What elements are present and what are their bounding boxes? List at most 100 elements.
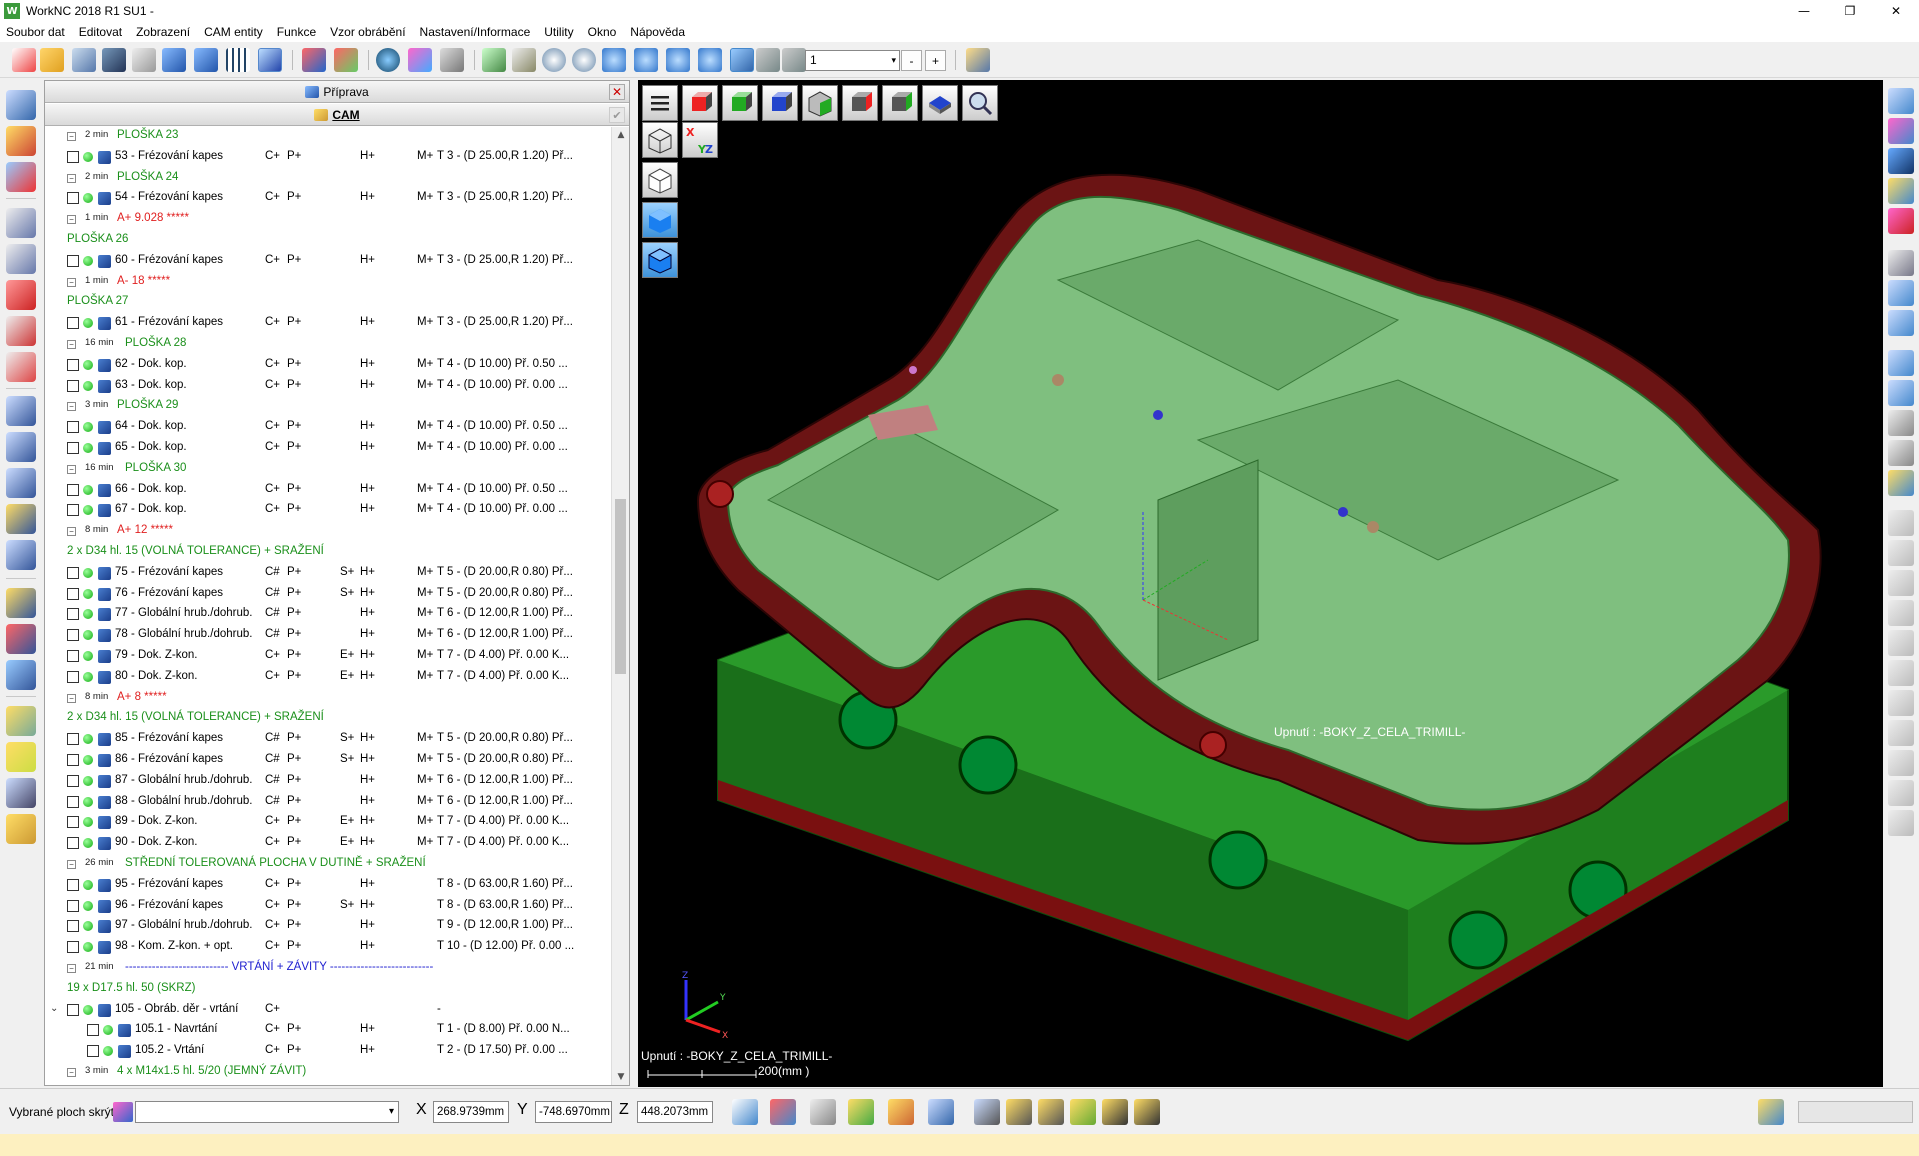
grid-icon[interactable] [226, 48, 250, 72]
lock-2-icon[interactable] [1038, 1099, 1064, 1125]
color-icon[interactable] [848, 1099, 874, 1125]
operation-checkbox[interactable] [67, 941, 79, 954]
operation-checkbox[interactable] [87, 1024, 99, 1037]
label-row[interactable]: 19 x D17.5 hl. 50 (SKRZ) [45, 980, 611, 999]
operation-checkbox[interactable] [67, 920, 79, 933]
collapse-icon[interactable]: − [67, 340, 76, 349]
tree-scrollbar[interactable]: ▲ ▼ [611, 127, 629, 1085]
group-row[interactable]: −21 min --------------------------- VRTÁN… [45, 959, 611, 978]
operation-row[interactable]: 65 - Dok. kop. C+ P+ H+ M+ T 4 - (D 10.00) Př… [45, 439, 611, 458]
menu-okno[interactable]: Okno [588, 25, 617, 39]
select-mode-icon[interactable] [730, 48, 754, 72]
collapse-icon[interactable]: − [67, 132, 76, 141]
rotate-axis-icon[interactable] [666, 48, 690, 72]
pan-icon[interactable] [602, 48, 626, 72]
label-row[interactable]: PLOŠKA 27 [45, 293, 611, 312]
z-coord-field[interactable]: 448.2073mm [637, 1101, 713, 1123]
menu-editovat[interactable]: Editovat [79, 25, 122, 39]
hide-faces-select[interactable]: ▾ [135, 1101, 399, 1123]
y-coord-field[interactable]: -748.6970mm [535, 1101, 612, 1123]
import-icon[interactable] [72, 48, 96, 72]
operation-row[interactable]: 61 - Frézování kapes C+ P+ H+ M+ T 3 - (D 25.… [45, 314, 611, 333]
camera-icon[interactable] [440, 48, 464, 72]
operation-checkbox[interactable] [67, 899, 79, 912]
help-cursor-icon[interactable] [928, 1099, 954, 1125]
layer-select[interactable]: 1 ▾ [805, 50, 900, 71]
select-filter-icon[interactable] [756, 48, 780, 72]
finishing-icon[interactable] [6, 280, 36, 310]
cutter-icon[interactable] [1888, 470, 1914, 496]
collapse-icon[interactable]: − [67, 173, 76, 183]
operation-row[interactable]: 86 - Frézování kapes C# P+ S+ H+ M+ T 5 - (D 2… [45, 751, 611, 770]
operation-checkbox[interactable] [67, 317, 79, 330]
operation-checkbox[interactable] [67, 358, 79, 371]
gray-tool-9-icon[interactable] [1888, 750, 1914, 776]
operation-row[interactable]: 97 - Globální hrub./dohrub. C+ P+ H+ T 9 - (… [45, 917, 611, 936]
collapse-icon[interactable]: − [67, 693, 76, 703]
surface-icon[interactable] [1888, 250, 1914, 276]
group-row[interactable]: −16 min PLOŠKA 30 [45, 460, 611, 479]
cam-header[interactable]: CAM ✔ [45, 104, 629, 126]
layer-edit-icon[interactable] [888, 1099, 914, 1125]
tool-h-icon[interactable] [6, 432, 36, 462]
operation-checkbox[interactable] [67, 629, 79, 642]
workzone-icon[interactable] [6, 90, 36, 120]
view-cube-blue-icon[interactable] [1888, 148, 1914, 174]
operation-checkbox[interactable] [67, 421, 79, 434]
save-icon[interactable] [102, 48, 126, 72]
view-cube-yellow-icon[interactable] [1888, 178, 1914, 204]
group-row[interactable]: −1 min A+ 9.028 ***** [45, 210, 611, 229]
tool-s-icon[interactable] [6, 396, 36, 426]
pick-center-icon[interactable] [770, 1099, 796, 1125]
gray-tool-7-icon[interactable] [1888, 690, 1914, 716]
collapse-icon[interactable]: − [67, 402, 76, 412]
operation-checkbox[interactable] [67, 670, 79, 683]
laptop-icon[interactable] [6, 778, 36, 808]
report-icon[interactable] [6, 660, 36, 690]
lock-3-icon[interactable] [1070, 1099, 1096, 1125]
scroll-down-icon[interactable]: ▼ [612, 1069, 630, 1085]
operation-checkbox[interactable] [67, 795, 79, 808]
gray-tool-3-icon[interactable] [1888, 570, 1914, 596]
curve-icon[interactable] [1888, 280, 1914, 306]
operation-row[interactable]: 67 - Dok. kop. C+ P+ H+ M+ T 4 - (D 10.00) Př… [45, 501, 611, 520]
operation-checkbox[interactable] [67, 442, 79, 454]
rotate-icon[interactable] [634, 48, 658, 72]
operation-row[interactable]: 88 - Globální hrub./dohrub. C# P+ H+ M+ T 6 -… [45, 793, 611, 812]
operation-checkbox[interactable] [67, 733, 79, 746]
menu-zobrazeni[interactable]: Zobrazení [136, 25, 190, 39]
operation-row[interactable]: 105.2 - Vrtání C+ P+ H+ T 2 - (D 17.50) Př. … [45, 1042, 611, 1061]
delete-toolpath-icon[interactable] [6, 624, 36, 654]
new-file-icon[interactable] [12, 48, 36, 72]
operation-checkbox[interactable] [67, 608, 79, 621]
operation-row[interactable]: 75 - Frézování kapes C# P+ S+ H+ M+ T 5 - (D 2… [45, 564, 611, 583]
menu-napoveda[interactable]: Nápověda [630, 25, 685, 39]
operation-row[interactable]: 64 - Dok. kop. C+ P+ H+ M+ T 4 - (D 10.00) Př… [45, 418, 611, 437]
lock-edit-icon[interactable] [974, 1099, 1000, 1125]
spin-icon[interactable] [698, 48, 722, 72]
layers-icon[interactable] [482, 48, 506, 72]
group-row[interactable]: −8 min A+ 8 ***** [45, 689, 611, 708]
scroll-thumb[interactable] [615, 499, 626, 674]
operation-checkbox[interactable] [67, 1003, 79, 1016]
open-folder-icon[interactable] [40, 48, 64, 72]
menu-cam-entity[interactable]: CAM entity [204, 25, 263, 39]
operation-row[interactable]: 98 - Kom. Z-kon. + opt. C+ P+ H+ T 10 - (D 1… [45, 938, 611, 957]
view-cube-icon[interactable] [1888, 88, 1914, 114]
settings-icon[interactable] [1758, 1099, 1784, 1125]
menu-vzor-obrabeni[interactable]: Vzor obrábění [330, 25, 405, 39]
reroughing-icon[interactable] [6, 244, 36, 274]
operation-row[interactable]: 62 - Dok. kop. C+ P+ H+ M+ T 4 - (D 10.00) Př… [45, 356, 611, 375]
tool-p-icon[interactable] [6, 504, 36, 534]
stock-icon[interactable] [6, 126, 36, 156]
measure-icon[interactable] [810, 1099, 836, 1125]
operation-checkbox[interactable] [67, 650, 79, 662]
gray-tool-10-icon[interactable] [1888, 780, 1914, 806]
print-icon[interactable] [132, 48, 156, 72]
operation-row[interactable]: 85 - Frézování kapes C# P+ S+ H+ M+ T 5 - (D 2… [45, 730, 611, 749]
gray-tool-2-icon[interactable] [1888, 540, 1914, 566]
operation-row[interactable]: 80 - Dok. Z-kon. C+ P+ E+ H+ M+ T 7 - (D 4.00)… [45, 668, 611, 687]
operation-tree[interactable]: −2 min PLOŠKA 23 53 - Frézování kapes C+ P+ H… [45, 127, 611, 1085]
tool-m-icon[interactable] [6, 540, 36, 570]
operation-row[interactable]: 76 - Frézování kapes C# P+ S+ H+ M+ T 5 - (D 2… [45, 585, 611, 604]
